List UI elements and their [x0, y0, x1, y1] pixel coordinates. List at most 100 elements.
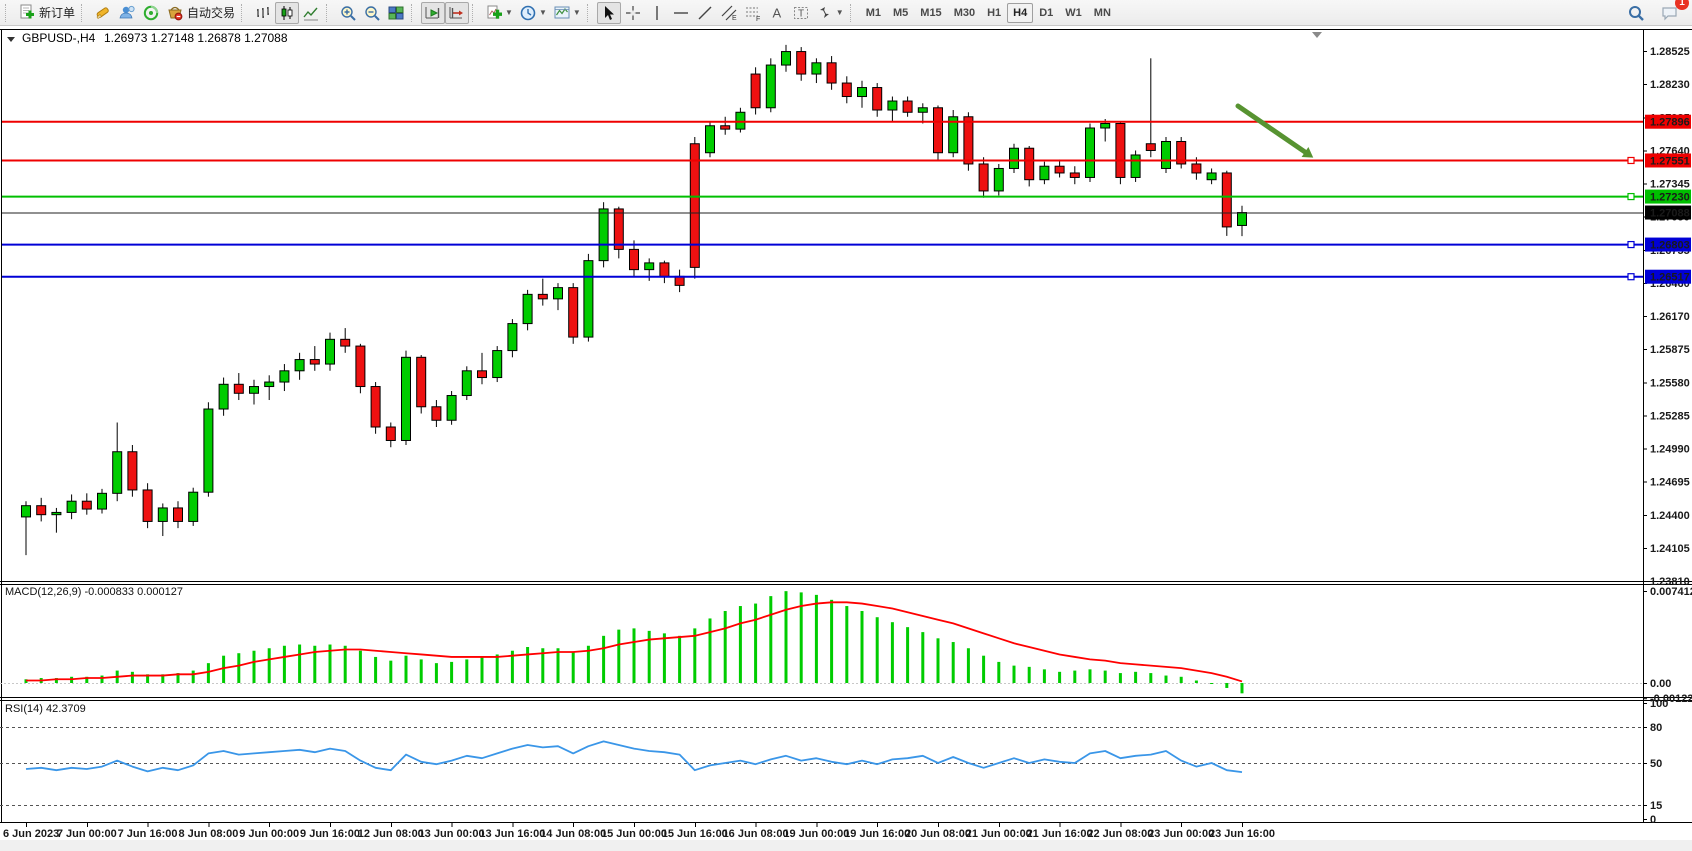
svg-text:8 Jun 08:00: 8 Jun 08:00	[178, 828, 238, 840]
chevron-down-icon: ▼	[836, 8, 844, 17]
toolbar-grip[interactable]	[472, 4, 477, 22]
horizontal-line-tool-button[interactable]	[669, 2, 693, 24]
auto-scroll-button[interactable]	[421, 2, 445, 24]
candlestick-chart-button[interactable]	[275, 2, 299, 24]
crayon-icon	[94, 4, 112, 22]
svg-text:T: T	[798, 8, 804, 19]
rsi-indicator-label: RSI(14) 42.3709	[5, 703, 86, 715]
tab-timeframe-h4[interactable]: H4	[1007, 3, 1033, 23]
profile-cloud-icon	[118, 4, 136, 22]
svg-text:23 Jun 00:00: 23 Jun 00:00	[1148, 828, 1214, 840]
periods-button[interactable]: ▼	[516, 2, 550, 24]
chart-canvas[interactable]: 1.285251.282301.279351.276401.273451.270…	[0, 26, 1692, 846]
main-toolbar: 新订单 自动交易	[0, 0, 1692, 26]
label-icon: T	[792, 4, 810, 22]
channel-tool-button[interactable]: E	[717, 2, 741, 24]
trendline-tool-button[interactable]	[693, 2, 717, 24]
svg-text:1.25580: 1.25580	[1650, 377, 1690, 389]
zoom-out-button[interactable]	[360, 2, 384, 24]
svg-text:19 Jun 00:00: 19 Jun 00:00	[783, 828, 849, 840]
cursor-tool-button[interactable]	[597, 2, 621, 24]
svg-text:14 Jun 08:00: 14 Jun 08:00	[540, 828, 606, 840]
candlestick-icon	[278, 4, 296, 22]
market-icon	[166, 4, 184, 22]
svg-text:1.26170: 1.26170	[1650, 311, 1690, 323]
toolbar-grip[interactable]	[5, 4, 10, 22]
bar-chart-icon	[254, 4, 272, 22]
label-tool-button[interactable]: T	[789, 2, 813, 24]
tab-timeframe-h1[interactable]: H1	[981, 3, 1007, 23]
svg-text:20 Jun 08:00: 20 Jun 08:00	[905, 828, 971, 840]
toolbar-grip[interactable]	[241, 4, 246, 22]
svg-text:1.24990: 1.24990	[1650, 444, 1690, 456]
tab-timeframe-m1[interactable]: M1	[860, 3, 887, 23]
indicators-icon	[485, 4, 503, 22]
tab-timeframe-mn[interactable]: MN	[1088, 3, 1117, 23]
svg-text:0: 0	[1650, 814, 1656, 826]
new-order-button[interactable]: 新订单	[15, 2, 78, 24]
svg-text:1.26517: 1.26517	[1650, 272, 1690, 284]
symbol-period-label: GBPUSD-,H4	[22, 31, 96, 45]
svg-text:1.24105: 1.24105	[1650, 543, 1690, 555]
svg-text:21 Jun 16:00: 21 Jun 16:00	[1027, 828, 1093, 840]
zoom-in-icon	[339, 4, 357, 22]
toolbar-grip[interactable]	[850, 4, 855, 22]
indicators-button[interactable]: ▼	[482, 2, 516, 24]
tab-timeframe-m30[interactable]: M30	[948, 3, 981, 23]
tab-timeframe-m15[interactable]: M15	[914, 3, 947, 23]
toolbar-grip[interactable]	[411, 4, 416, 22]
zoom-out-icon	[363, 4, 381, 22]
svg-text:21 Jun 00:00: 21 Jun 00:00	[966, 828, 1032, 840]
line-chart-button[interactable]	[299, 2, 323, 24]
chart-shift-button[interactable]	[445, 2, 469, 24]
svg-text:1.24695: 1.24695	[1650, 477, 1690, 489]
svg-text:7 Jun 16:00: 7 Jun 16:00	[118, 828, 178, 840]
fibonacci-tool-button[interactable]: F	[741, 2, 765, 24]
chart-window: 1.285251.282301.279351.276401.273451.270…	[0, 26, 1692, 846]
auto-trading-button[interactable]: 自动交易	[163, 2, 238, 24]
svg-text:1.27896: 1.27896	[1650, 117, 1690, 129]
signals-icon	[142, 4, 160, 22]
crosshair-tool-button[interactable]	[621, 2, 645, 24]
search-icon	[1627, 4, 1645, 22]
community-button[interactable]	[115, 2, 139, 24]
tab-timeframe-m5[interactable]: M5	[887, 3, 914, 23]
search-button[interactable]	[1624, 2, 1648, 24]
arrows-tool-button[interactable]: ▼	[813, 2, 847, 24]
text-tool-button[interactable]: A	[765, 2, 789, 24]
vertical-line-tool-button[interactable]	[645, 2, 669, 24]
chevron-down-icon: ▼	[539, 8, 547, 17]
channel-icon: E	[720, 4, 738, 22]
auto-scroll-icon	[424, 4, 442, 22]
ohlc-values: 1.26973 1.27148 1.26878 1.27088	[104, 31, 288, 45]
svg-text:80: 80	[1650, 722, 1662, 734]
tab-timeframe-w1[interactable]: W1	[1059, 3, 1088, 23]
periods-icon	[519, 4, 537, 22]
fibonacci-icon: F	[744, 4, 762, 22]
toolbar-grip[interactable]	[81, 4, 86, 22]
chevron-down-icon: ▼	[505, 8, 513, 17]
vertical-line-icon	[648, 4, 666, 22]
trendline-icon	[696, 4, 714, 22]
chart-shift-icon	[448, 4, 466, 22]
styler-button[interactable]	[91, 2, 115, 24]
notification-badge: 1	[1675, 0, 1689, 10]
tab-timeframe-d1[interactable]: D1	[1033, 3, 1059, 23]
svg-text:23 Jun 16:00: 23 Jun 16:00	[1209, 828, 1275, 840]
svg-text:1.28230: 1.28230	[1650, 79, 1690, 91]
tile-windows-button[interactable]	[384, 2, 408, 24]
signals-button[interactable]	[139, 2, 163, 24]
svg-text:0.00: 0.00	[1650, 678, 1671, 690]
toolbar-grip[interactable]	[587, 4, 592, 22]
toolbar-grip[interactable]	[326, 4, 331, 22]
templates-button[interactable]: ▼	[550, 2, 584, 24]
svg-text:1.24400: 1.24400	[1650, 510, 1690, 522]
bar-chart-button[interactable]	[251, 2, 275, 24]
new-order-icon	[18, 4, 36, 22]
svg-text:0.007412: 0.007412	[1650, 586, 1692, 598]
zoom-in-button[interactable]	[336, 2, 360, 24]
new-order-label: 新订单	[39, 4, 75, 21]
chat-button[interactable]: 1	[1658, 2, 1682, 24]
svg-text:1.25285: 1.25285	[1650, 410, 1690, 422]
line-chart-icon	[302, 4, 320, 22]
